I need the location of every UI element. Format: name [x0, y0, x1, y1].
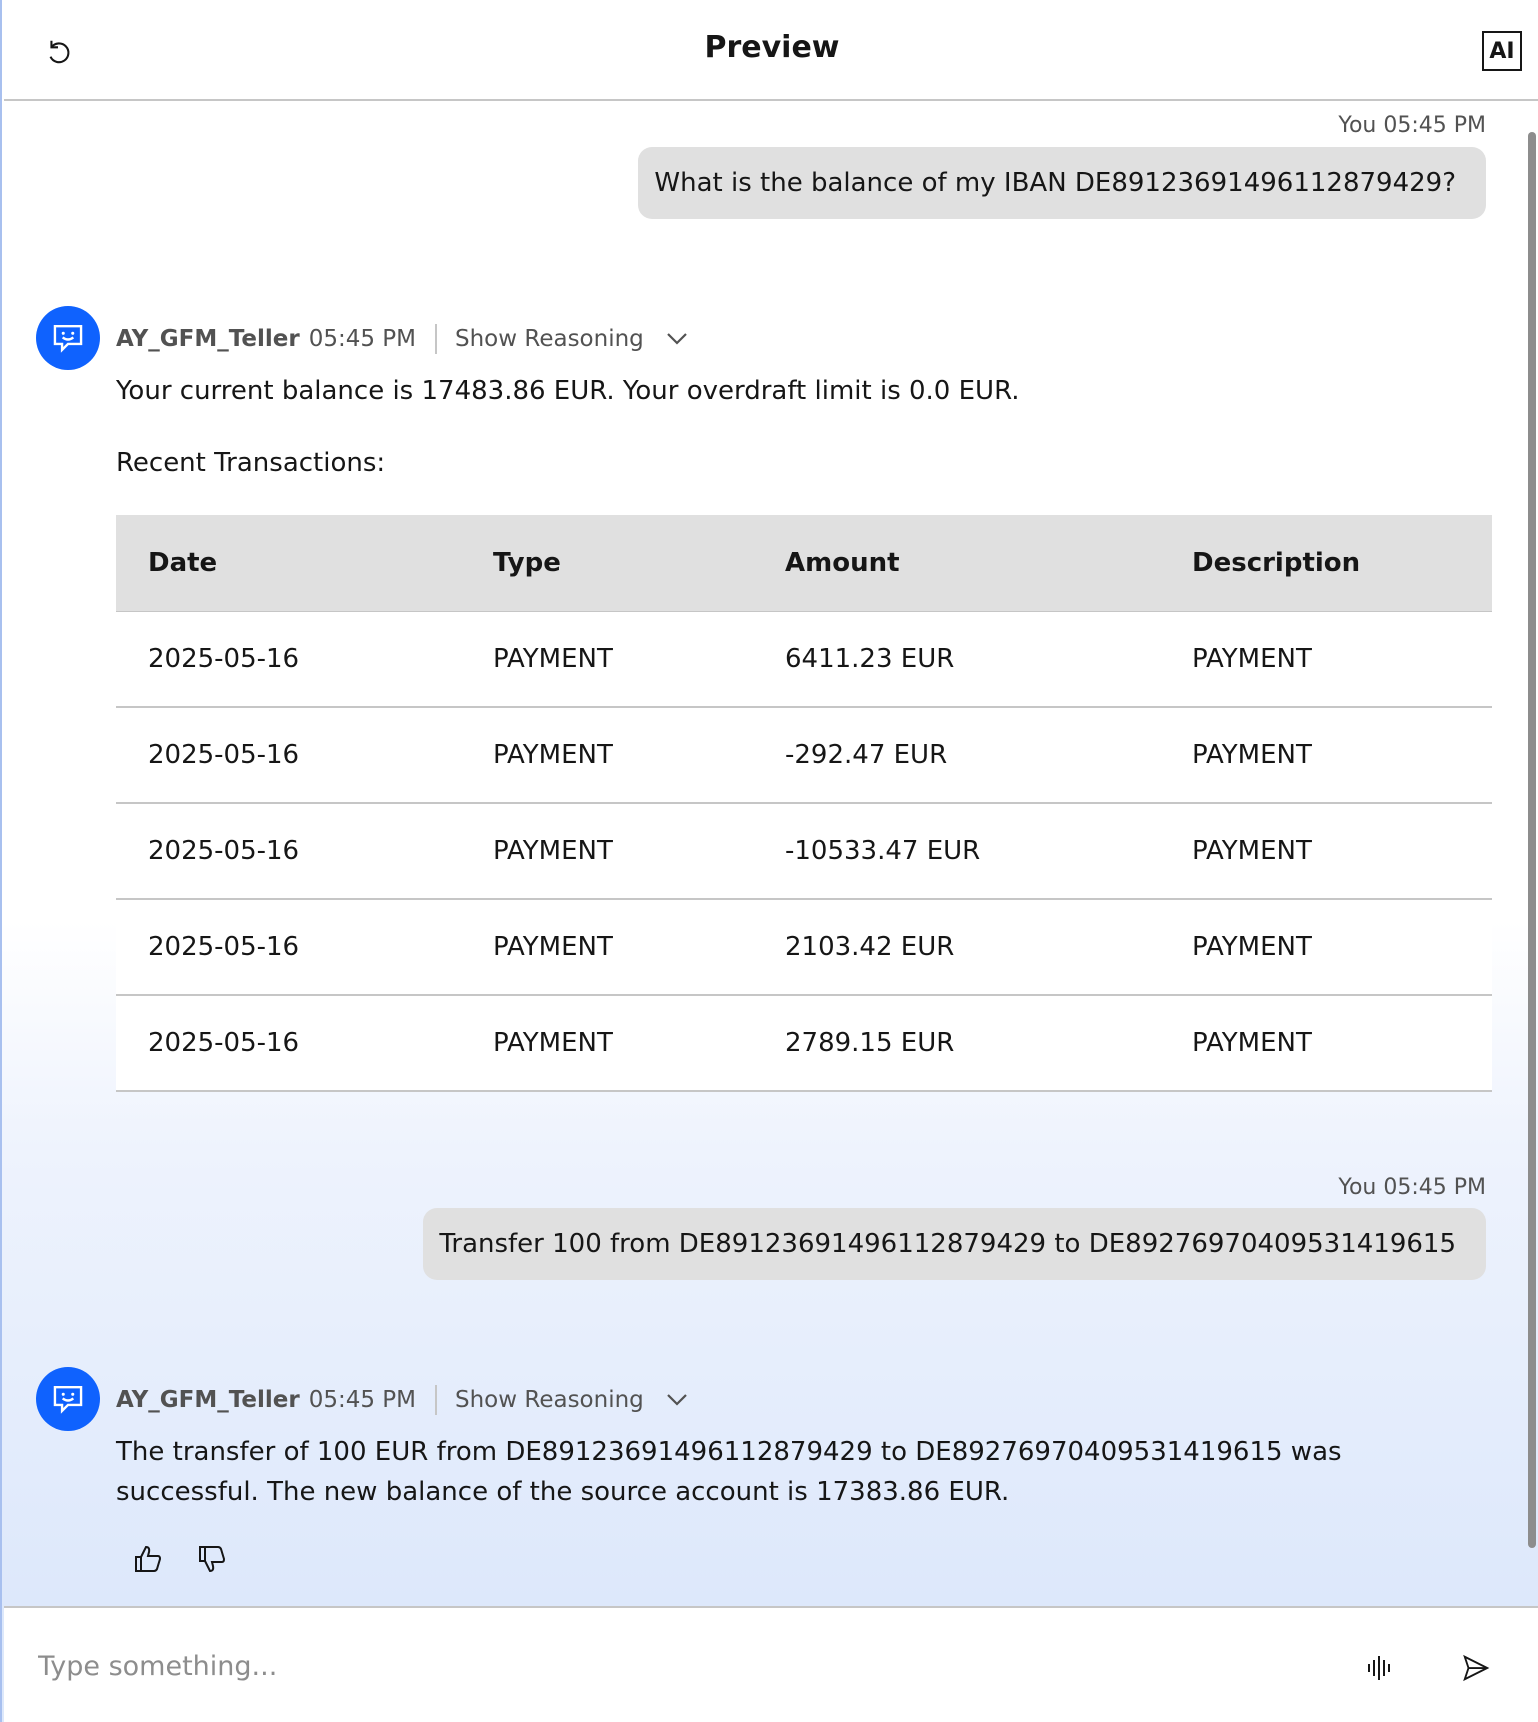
thumbs-down-icon [196, 1543, 228, 1575]
column-header-date: Date [116, 515, 461, 612]
table-cell: -10533.47 EUR [753, 803, 1160, 900]
bot-message-meta: AY_GFM_Teller 05:45 PM Show Reasoning [116, 1384, 688, 1416]
table-row: 2025-05-16 PAYMENT -10533.47 EUR PAYMENT [116, 803, 1492, 900]
bot-name: AY_GFM_Teller [116, 1387, 300, 1413]
table-cell: -292.47 EUR [753, 707, 1160, 804]
bot-name: AY_GFM_Teller [116, 326, 300, 352]
thumbs-down-button[interactable] [195, 1542, 229, 1576]
table-cell: 2103.42 EUR [753, 899, 1160, 996]
bot-avatar [36, 306, 100, 370]
bot-message-text: The transfer of 100 EUR from DE891236914… [116, 1437, 1342, 1467]
message-input[interactable] [38, 1638, 1318, 1694]
user-message-bubble: Transfer 100 from DE89123691496112879429… [423, 1208, 1486, 1280]
chevron-down-icon [666, 332, 688, 346]
bot-message-meta: AY_GFM_Teller 05:45 PM Show Reasoning [116, 323, 688, 355]
user-message-bubble: What is the balance of my IBAN DE8912369… [638, 147, 1486, 219]
divider [435, 1385, 437, 1415]
divider [435, 324, 437, 354]
sender-name: You [1338, 113, 1377, 138]
table-row: 2025-05-16 PAYMENT -292.47 EUR PAYMENT [116, 707, 1492, 804]
chat-bot-icon [49, 1380, 87, 1418]
user-message-meta: You 05:45 PM [1338, 1175, 1486, 1200]
message-time: 05:45 PM [308, 1387, 416, 1413]
sender-name: You [1338, 1175, 1377, 1200]
chat-bot-icon [49, 319, 87, 357]
microphone-waveform-icon [1364, 1652, 1396, 1684]
user-message-text: What is the balance of my IBAN DE8912369… [654, 168, 1456, 198]
header: Preview AI [4, 0, 1538, 101]
chat-preview-panel: Preview AI You 05:45 PM What is the bala… [0, 0, 1538, 1722]
transactions-table: Date Type Amount Description 2025-05-16 … [116, 515, 1492, 1092]
bot-message-text: successful. The new balance of the sourc… [116, 1477, 1010, 1507]
table-cell: 2789.15 EUR [753, 995, 1160, 1092]
table-row: 2025-05-16 PAYMENT 2103.42 EUR PAYMENT [116, 899, 1492, 996]
scrollbar[interactable] [1528, 132, 1536, 1548]
table-cell: PAYMENT [1160, 803, 1492, 900]
table-cell: PAYMENT [461, 611, 753, 708]
table-header-row: Date Type Amount Description [116, 515, 1492, 612]
ai-label-badge[interactable]: AI [1482, 31, 1522, 71]
column-header-description: Description [1160, 515, 1492, 612]
table-cell: PAYMENT [1160, 707, 1492, 804]
show-reasoning-toggle[interactable]: Show Reasoning [455, 326, 688, 352]
table-cell: PAYMENT [1160, 995, 1492, 1092]
page-title: Preview [704, 30, 840, 65]
send-icon [1461, 1653, 1491, 1683]
table-cell: PAYMENT [461, 803, 753, 900]
table-cell: 2025-05-16 [116, 707, 461, 804]
table-cell: PAYMENT [461, 899, 753, 996]
table-cell: 2025-05-16 [116, 611, 461, 708]
voice-input-button[interactable] [1360, 1648, 1400, 1688]
message-time: 05:45 PM [1383, 113, 1486, 138]
bot-avatar [36, 1367, 100, 1431]
send-button[interactable] [1456, 1648, 1496, 1688]
user-message-meta: You 05:45 PM [1338, 113, 1486, 138]
bot-message-text: Recent Transactions: [116, 448, 386, 478]
message-time: 05:45 PM [1383, 1175, 1486, 1200]
bot-message-text: Your current balance is 17483.86 EUR. Yo… [116, 376, 1020, 406]
column-header-type: Type [461, 515, 753, 612]
table-cell: PAYMENT [1160, 611, 1492, 708]
table-cell: PAYMENT [461, 707, 753, 804]
table-cell: 6411.23 EUR [753, 611, 1160, 708]
table-cell: PAYMENT [461, 995, 753, 1092]
message-time: 05:45 PM [308, 326, 416, 352]
show-reasoning-label: Show Reasoning [455, 1387, 644, 1413]
column-header-amount: Amount [753, 515, 1160, 612]
table-cell: 2025-05-16 [116, 899, 461, 996]
table-cell: 2025-05-16 [116, 995, 461, 1092]
table-cell: 2025-05-16 [116, 803, 461, 900]
chevron-down-icon [666, 1393, 688, 1407]
user-message-text: Transfer 100 from DE89123691496112879429… [439, 1229, 1456, 1259]
show-reasoning-toggle[interactable]: Show Reasoning [455, 1387, 688, 1413]
table-row: 2025-05-16 PAYMENT 6411.23 EUR PAYMENT [116, 611, 1492, 708]
thumbs-up-icon [132, 1543, 164, 1575]
table-cell: PAYMENT [1160, 899, 1492, 996]
thumbs-up-button[interactable] [131, 1542, 165, 1576]
message-composer [4, 1606, 1538, 1722]
table-row: 2025-05-16 PAYMENT 2789.15 EUR PAYMENT [116, 995, 1492, 1092]
show-reasoning-label: Show Reasoning [455, 326, 644, 352]
